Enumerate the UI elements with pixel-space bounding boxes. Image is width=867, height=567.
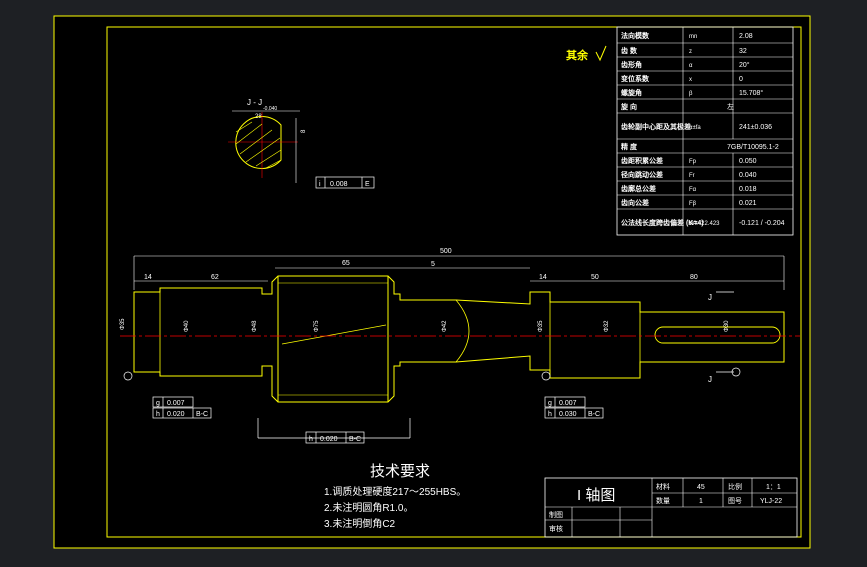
drawing-canvas: 法向模数 mn 2.08 齿 数 z 32 齿形角 α 20° 变位系数 x 0 螺旋角 β 15.708°…: [53, 15, 811, 549]
cad-drawing-viewport[interactable]: 法向模数 mn 2.08 齿 数 z 32 齿形角 α 20° 变位系数 x 0 螺旋角 β 15.708°…: [0, 0, 867, 562]
dim-gear-width: 65: [342, 260, 350, 267]
drawing-no-value: YLJ-22: [760, 498, 782, 505]
param-name: 齿形角: [621, 60, 642, 69]
dim-seg-right2: 50: [591, 274, 599, 281]
param-value: 20°: [739, 61, 750, 69]
tol-bottom-symbol: h: [309, 436, 313, 443]
param-name: 径向跳动公差: [621, 170, 663, 179]
dim-dia-key: Φ30: [724, 320, 730, 332]
param-name: 精 度: [621, 142, 638, 151]
section-dim-tol: -0.040: [263, 106, 277, 112]
dim-seg2: 62: [211, 274, 219, 281]
param-symbol: x: [689, 77, 692, 83]
requirement-1: 1.调质处理硬度217～255HBS。: [324, 485, 466, 498]
param-name: 旋 向: [620, 102, 637, 111]
check-label: 审核: [549, 524, 563, 533]
scale-label: 比例: [728, 482, 742, 491]
param-name: 法向模数: [621, 31, 650, 40]
outer-frame: [53, 15, 811, 549]
param-symbol: Fβ: [689, 201, 697, 207]
section-mark-bottom: J: [708, 375, 712, 384]
overall-dim: 500: [440, 248, 452, 255]
param-value: 左: [727, 102, 734, 111]
dim-seg1: 14: [144, 274, 152, 281]
param-value: -0.121 / -0.204: [739, 220, 785, 227]
dim-dia-d2: Φ48: [252, 320, 258, 332]
param-value: 15.708°: [739, 89, 763, 97]
param-symbol: β: [689, 91, 693, 97]
section-tol-datum: E: [365, 181, 370, 188]
section-title: J - J: [247, 98, 262, 107]
tol-left-2-symbol: h: [156, 411, 160, 418]
dim-dia-d1: Φ40: [184, 320, 190, 332]
param-value: 0: [739, 76, 743, 83]
param-symbol: Fr: [689, 173, 695, 179]
param-symbol: α±fa: [689, 125, 701, 131]
material-label: 材料: [656, 482, 670, 491]
param-name: 变位系数: [621, 74, 650, 83]
param-value: 7GB/T10095.1-2: [727, 144, 779, 151]
dim-dia-left: Φ35: [120, 318, 126, 330]
dim-seg-right3: 80: [690, 274, 698, 281]
section-mark-top: J: [708, 293, 712, 302]
drawing-no-label: 图号: [728, 497, 742, 505]
param-symbol: mn: [689, 34, 697, 40]
requirement-3: 3.未注明倒角C2: [324, 517, 396, 530]
param-name: 齿轮副中心距及其极差: [621, 122, 691, 131]
tol-right-2-value: 0.030: [559, 411, 577, 418]
tol-bottom-value: 0.020: [320, 436, 338, 443]
param-value: 241±0.036: [739, 124, 772, 131]
dim-chamfer-gap: 5: [431, 261, 435, 268]
param-name: 齿廓总公差: [621, 184, 656, 193]
tol-left-2-value: 0.020: [167, 411, 185, 418]
param-symbol: z: [689, 49, 692, 55]
tol-right-1-value: 0.007: [559, 400, 577, 407]
param-value: 0.050: [739, 158, 757, 165]
qty-value: 1: [699, 498, 703, 505]
dim-dia-gear: Φ75: [314, 320, 320, 332]
material-value: 45: [697, 484, 705, 491]
param-name: 齿距积累公差: [621, 156, 663, 165]
tol-right-1-symbol: g: [548, 400, 552, 407]
tol-right-2-datum: B-C: [588, 411, 600, 418]
param-symbol: Wk=22.423: [689, 221, 720, 227]
param-value: 32: [739, 48, 747, 55]
param-value: 0.018: [739, 186, 757, 193]
param-symbol: α: [689, 63, 693, 69]
scale-value: 1：1: [766, 484, 781, 491]
tol-right-2-symbol: h: [548, 411, 552, 418]
drawn-label: 制图: [549, 510, 563, 519]
tol-left-1-symbol: g: [156, 400, 160, 407]
drawing-name: I 轴图: [577, 487, 615, 504]
param-symbol: Fp: [689, 159, 697, 165]
dim-dia-d3: Φ42: [442, 320, 448, 332]
tol-left-1-value: 0.007: [167, 400, 185, 407]
dim-dia-d4: Φ35: [538, 320, 544, 332]
section-tol-value: 0.008: [330, 181, 348, 188]
other-surface-label: 其余: [566, 48, 589, 62]
param-value: 0.040: [739, 172, 757, 179]
param-name: 齿 数: [621, 46, 638, 55]
param-name: 齿向公差: [621, 198, 649, 207]
tol-bottom-datum: B-C: [349, 436, 361, 443]
qty-label: 数量: [656, 496, 670, 505]
param-value: 2.08: [739, 33, 753, 40]
tol-left-2-datum: B-C: [196, 411, 208, 418]
param-value: 0.021: [739, 200, 757, 207]
dim-dia-d5: Φ32: [604, 320, 610, 332]
dim-seg-right1: 14: [539, 274, 547, 281]
param-name: 螺旋角: [621, 88, 642, 97]
requirement-2: 2.未注明圆角R1.0。: [324, 501, 413, 514]
requirements-heading: 技术要求: [370, 463, 430, 480]
param-symbol: Fα: [689, 187, 697, 193]
